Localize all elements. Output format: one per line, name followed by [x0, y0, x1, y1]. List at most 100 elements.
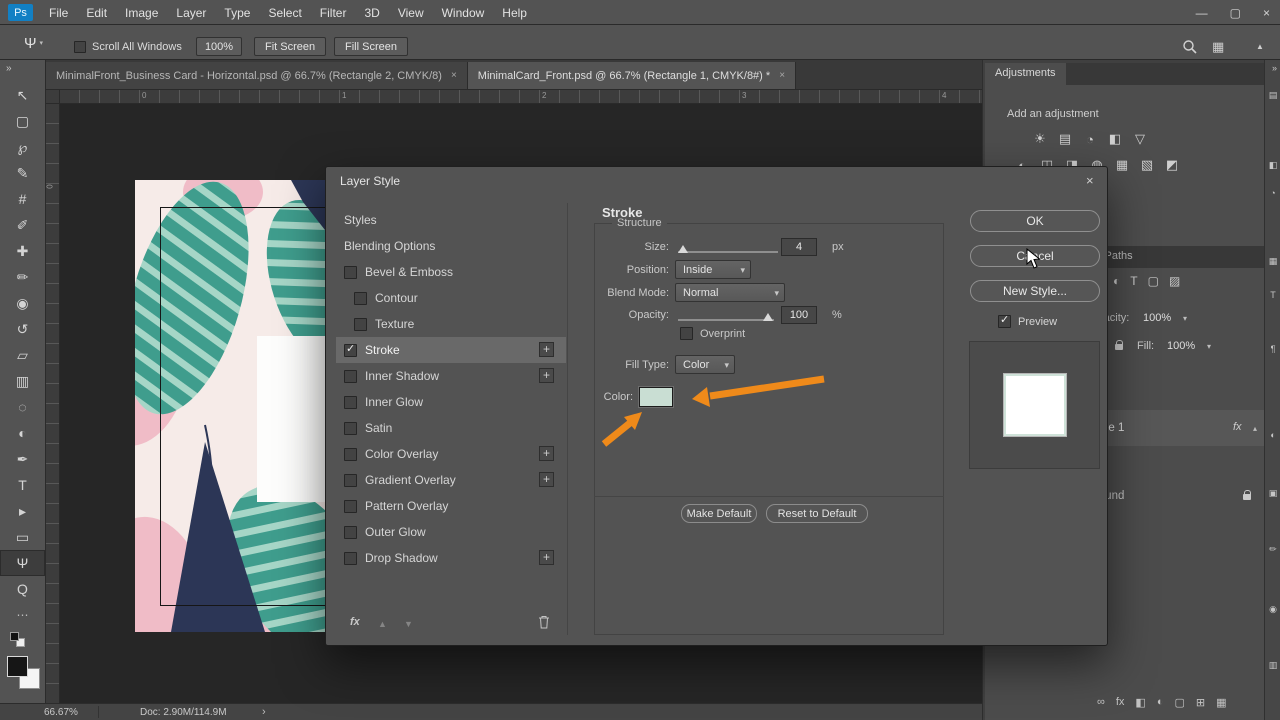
curves-icon[interactable]: ◔: [1079, 129, 1101, 149]
add-color-overlay-icon[interactable]: +: [539, 446, 554, 461]
styles-header-item[interactable]: Styles: [336, 207, 566, 233]
opacity-value[interactable]: 100%: [1143, 312, 1171, 324]
quick-selection-tool[interactable]: ✎: [0, 160, 45, 186]
eyedropper-tool[interactable]: ✐: [0, 212, 45, 238]
preview-checkbox[interactable]: [998, 315, 1011, 328]
layers-panel-button-1[interactable]: ∞: [1097, 696, 1105, 709]
checkbox-satin[interactable]: [344, 422, 357, 435]
crop-tool[interactable]: #: [0, 186, 45, 212]
swatches-panel-icon[interactable]: ◧: [1265, 160, 1280, 171]
histogram-panel-icon[interactable]: ◐: [1265, 430, 1280, 440]
zoom-tool[interactable]: Q: [0, 576, 45, 602]
layers-panel-button-6[interactable]: ⊞: [1196, 696, 1205, 709]
move-tool[interactable]: ↖: [0, 82, 45, 108]
clone-stamp-tool[interactable]: ◉: [0, 290, 45, 316]
document-tab-2[interactable]: MinimalCard_Front.psd @ 66.7% (Rectangle…: [468, 62, 796, 89]
menu-file[interactable]: File: [40, 6, 77, 20]
checkbox-contour[interactable]: [354, 292, 367, 305]
paragraph-panel-icon[interactable]: ¶: [1265, 344, 1280, 354]
eraser-tool[interactable]: ▱: [0, 342, 45, 368]
add-gradient-overlay-icon[interactable]: +: [539, 472, 554, 487]
menu-layer[interactable]: Layer: [167, 6, 215, 20]
tab-adjustments[interactable]: Adjustments: [985, 63, 1066, 85]
dialog-close-icon[interactable]: ×: [1086, 173, 1094, 188]
checkbox-color-overlay[interactable]: [344, 448, 357, 461]
move-effect-down-icon[interactable]: ▼: [404, 619, 413, 629]
foreground-color-swatch[interactable]: [7, 656, 28, 677]
add-inner-shadow-icon[interactable]: +: [539, 368, 554, 383]
layer-filter-icon-1[interactable]: ◐: [1113, 274, 1120, 288]
history-brush-tool[interactable]: ↺: [0, 316, 45, 342]
channel-mixer-icon[interactable]: ▦: [1111, 155, 1133, 175]
pen-tool[interactable]: ✒: [0, 446, 45, 472]
layers-panel-button-7[interactable]: ▦: [1216, 696, 1226, 709]
panel-toggle-icon[interactable]: ▲: [1256, 42, 1264, 51]
marquee-tool[interactable]: ▢: [0, 108, 45, 134]
size-slider[interactable]: [678, 251, 778, 253]
move-effect-up-icon[interactable]: ▲: [378, 619, 387, 629]
checkbox-drop-shadow[interactable]: [344, 552, 357, 565]
collapse-panel-icon[interactable]: »: [6, 63, 12, 74]
style-item-gradient-overlay[interactable]: Gradient Overlay+: [336, 467, 566, 493]
expand-panels-icon[interactable]: »: [1272, 63, 1277, 73]
hand-tool[interactable]: Ψ: [0, 550, 45, 576]
checkbox-gradient-overlay[interactable]: [344, 474, 357, 487]
workspace-switcher-icon[interactable]: ▦: [1212, 39, 1224, 55]
fx-icon[interactable]: fx: [350, 616, 360, 628]
menu-window[interactable]: Window: [433, 6, 494, 20]
brightness-contrast-icon[interactable]: ☀: [1029, 129, 1051, 149]
checkbox-pattern-overlay[interactable]: [344, 500, 357, 513]
opacity-slider-thumb[interactable]: [763, 313, 773, 321]
timeline-panel-icon[interactable]: ▥: [1265, 660, 1280, 671]
delete-effect-icon[interactable]: [538, 615, 550, 634]
menu-image[interactable]: Image: [116, 6, 167, 20]
checkbox-stroke[interactable]: [344, 344, 357, 357]
style-item-contour[interactable]: Contour: [336, 285, 566, 311]
fx-expander-icon[interactable]: ▴: [1253, 424, 1257, 433]
business-card-artwork[interactable]: [135, 180, 325, 632]
info-panel-icon[interactable]: ▦: [1265, 256, 1280, 267]
add-stroke-icon[interactable]: +: [539, 342, 554, 357]
levels-icon[interactable]: ▤: [1054, 129, 1076, 149]
menu-select[interactable]: Select: [259, 6, 310, 20]
checkbox-texture[interactable]: [354, 318, 367, 331]
layer-fx-badge[interactable]: fx: [1233, 421, 1242, 433]
blur-tool[interactable]: ◌: [0, 394, 45, 420]
blend-mode-dropdown[interactable]: Normal: [675, 283, 785, 302]
layers-panel-button-4[interactable]: ◐: [1157, 696, 1164, 709]
style-item-stroke[interactable]: Stroke+: [336, 337, 566, 363]
menu-filter[interactable]: Filter: [311, 6, 356, 20]
brush-panel-icon[interactable]: ✏: [1265, 544, 1280, 555]
add-drop-shadow-icon[interactable]: +: [539, 550, 554, 565]
scroll-all-windows-checkbox[interactable]: [74, 41, 86, 53]
tab-close-icon[interactable]: ×: [779, 70, 785, 81]
fit-screen-button[interactable]: Fit Screen: [254, 37, 326, 56]
checkbox-outer-glow[interactable]: [344, 526, 357, 539]
menu-edit[interactable]: Edit: [77, 6, 116, 20]
style-item-pattern-overlay[interactable]: Pattern Overlay: [336, 493, 566, 519]
fill-type-dropdown[interactable]: Color: [675, 355, 735, 374]
clone-source-panel-icon[interactable]: ◉: [1265, 604, 1280, 615]
size-field[interactable]: 4: [781, 238, 817, 256]
layer-filter-icon-3[interactable]: ▢: [1148, 274, 1159, 288]
document-tab-1[interactable]: MinimalFront_Business Card - Horizontal.…: [46, 62, 468, 89]
current-tool-icon[interactable]: Ψ ▾: [24, 32, 60, 54]
vibrance-icon[interactable]: ▽: [1129, 129, 1151, 149]
chevron-down-icon[interactable]: ▾: [1183, 314, 1187, 323]
shape-tool[interactable]: ▭: [0, 524, 45, 550]
layers-panel-button-3[interactable]: ◧: [1135, 696, 1145, 709]
style-item-texture[interactable]: Texture: [336, 311, 566, 337]
size-slider-thumb[interactable]: [678, 245, 688, 253]
gradient-tool[interactable]: ▥: [0, 368, 45, 394]
restore-icon[interactable]: ▢: [1230, 6, 1241, 20]
style-item-satin[interactable]: Satin: [336, 415, 566, 441]
opacity-field[interactable]: 100: [781, 306, 817, 324]
checkbox-inner-shadow[interactable]: [344, 370, 357, 383]
blending-options-item[interactable]: Blending Options: [336, 233, 566, 259]
status-options-icon[interactable]: ›: [262, 706, 266, 718]
layers-panel-button-2[interactable]: fx: [1116, 696, 1125, 709]
style-item-bevel-emboss[interactable]: Bevel & Emboss: [336, 259, 566, 285]
checkbox-bevel-emboss[interactable]: [344, 266, 357, 279]
edit-toolbar-icon[interactable]: ⋯: [0, 608, 45, 622]
lasso-tool[interactable]: ℘: [0, 134, 45, 160]
